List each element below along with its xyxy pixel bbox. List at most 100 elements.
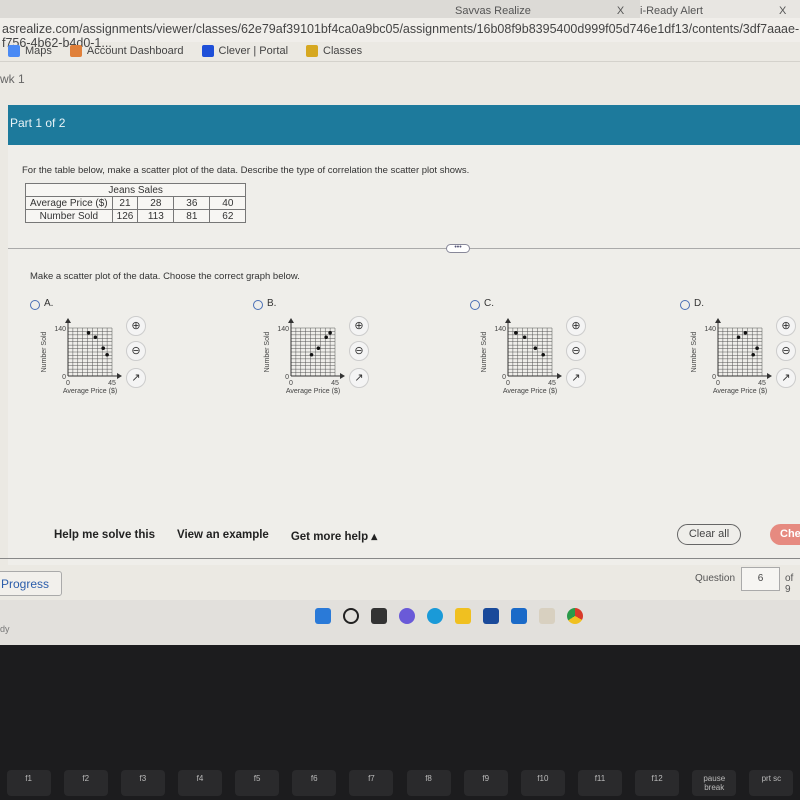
store-icon[interactable] [483,608,499,624]
key[interactable]: f4 [177,770,222,796]
popout-icon[interactable]: ↗ [776,368,796,388]
help-links: Help me solve this View an example Get m… [54,529,377,543]
keyboard: f1 f2 f3 f4 f5 f6 f7 f8 f9 f10 f11 f12 pause break pr… [0,770,800,796]
zoom-out-icon[interactable]: ⊖ [566,341,586,361]
bookmark-label: Account Dashboard [86,44,184,57]
progress-button[interactable]: Progress [0,571,62,596]
radio-button[interactable] [30,300,40,310]
divider [8,248,800,249]
zoom-in-icon[interactable]: ⊕ [776,316,796,336]
tab-close-icon[interactable]: X [617,5,624,17]
key[interactable]: f10 [520,770,565,796]
y-tick-label: 140 [704,326,716,333]
key[interactable]: f11 [577,770,622,796]
search-icon[interactable] [343,608,359,624]
zoom-out-icon[interactable]: ⊖ [776,341,796,361]
cell: 40 [209,196,247,210]
data-point [316,346,321,351]
zoom-in-icon[interactable]: ⊕ [349,316,369,336]
key[interactable]: f12 [635,770,680,796]
answer-option-c[interactable]: C. ⊕ ⊖ ↗ 140 0 0 45 Average Price ($) Number S… [470,298,630,408]
x-tick-label: 0 [289,380,293,387]
key[interactable]: f2 [63,770,108,796]
bookmark-label: Classes [323,44,363,57]
radio-button[interactable] [470,300,480,310]
bookmark-maps[interactable]: Maps [8,44,52,57]
answer-option-b[interactable]: B. ⊕ ⊖ ↗ 140 0 0 45 Average Price ($) Number S… [253,298,413,408]
x-tick-label: 0 [716,380,720,387]
key[interactable]: f7 [349,770,394,796]
file-explorer-icon[interactable] [455,608,471,624]
bookmark-account-dashboard[interactable]: Account Dashboard [69,44,184,57]
screen: Savvas Realize X i-Ready Alert X asrealize… [0,0,800,645]
check-answer-button[interactable]: Che [770,524,800,545]
option-label: D. [694,298,704,309]
y-axis-arrow [65,318,71,323]
bookmark-classes[interactable]: Classes [306,44,363,57]
x-tick-label: 45 [758,380,766,387]
data-point [751,352,755,357]
popout-icon[interactable]: ↗ [126,368,146,388]
key[interactable]: f9 [463,770,508,796]
zoom-in-icon[interactable]: ⊕ [126,316,146,336]
key[interactable]: f6 [292,770,337,796]
address-bar[interactable]: asrealize.com/assignments/viewer/classes… [0,18,800,50]
classroom-icon [306,44,319,57]
zoom-out-icon[interactable]: ⊖ [349,341,369,361]
popout-icon[interactable]: ↗ [566,368,586,388]
table-row: Average Price ($) 21 28 36 40 [25,196,247,210]
radio-button[interactable] [253,300,263,310]
y-tick-label: 140 [277,326,289,333]
chrome-icon[interactable] [567,608,583,624]
data-point [736,335,741,340]
bookmark-label: Maps [25,44,52,57]
cell: 62 [209,209,247,223]
mail-icon[interactable] [511,608,527,624]
table-row: Number Sold 126 113 81 62 [25,209,247,223]
zoom-in-icon[interactable]: ⊕ [566,316,586,336]
data-point [522,335,527,340]
get-more-help-link[interactable]: Get more help ▴ [291,529,377,543]
zoom-out-icon[interactable]: ⊖ [126,341,146,361]
key[interactable]: f3 [120,770,165,796]
bookmark-clever[interactable]: Clever | Portal [201,44,289,57]
radio-button[interactable] [680,300,690,310]
clear-all-button[interactable]: Clear all [677,524,741,545]
tab-close-icon[interactable]: X [779,5,786,17]
bookmark-label: Clever | Portal [218,44,289,57]
cell: 81 [173,209,211,223]
option-label: B. [267,298,277,309]
app-icon[interactable] [539,608,555,624]
x-axis-arrow [767,373,772,379]
question-prompt: For the table below, make a scatter plot… [22,165,470,176]
question-total: of 9 [785,573,794,595]
edge-icon[interactable] [427,608,443,624]
popout-icon[interactable]: ↗ [349,368,369,388]
y-axis-arrow [288,318,294,323]
instruction: Make a scatter plot of the data. Choose … [30,271,300,282]
view-example-link[interactable]: View an example [177,529,269,543]
task-view-icon[interactable] [371,608,387,624]
key[interactable]: prt sc [749,770,794,796]
tab-label: i-Ready Alert [640,5,703,17]
teams-icon[interactable] [399,608,415,624]
account-icon [69,44,82,57]
key[interactable]: f8 [406,770,451,796]
help-me-solve-link[interactable]: Help me solve this [54,529,155,543]
answer-option-d[interactable]: D. ⊕ ⊖ ↗ 140 0 0 45 Average Price ($) Number S… [680,298,800,408]
y-axis-label: Number Sold [41,331,48,372]
part-label: Part 1 of 2 [10,116,66,130]
key[interactable]: f5 [235,770,280,796]
key[interactable]: f1 [6,770,51,796]
x-axis-label: Average Price ($) [63,388,117,395]
more-button[interactable]: ••• [446,244,470,253]
key[interactable]: pause break [692,770,737,796]
data-point [93,335,98,340]
windows-start-icon[interactable] [315,608,331,624]
y-tick-label: 140 [494,326,506,333]
question-number-input[interactable]: 6 [741,567,780,591]
answer-option-a[interactable]: A. ⊕ ⊖ ↗ 140 0 0 45 Average Price ($) Number S… [30,298,190,408]
cell: 28 [137,196,175,210]
cell: 113 [137,209,175,223]
cell: 36 [173,196,211,210]
